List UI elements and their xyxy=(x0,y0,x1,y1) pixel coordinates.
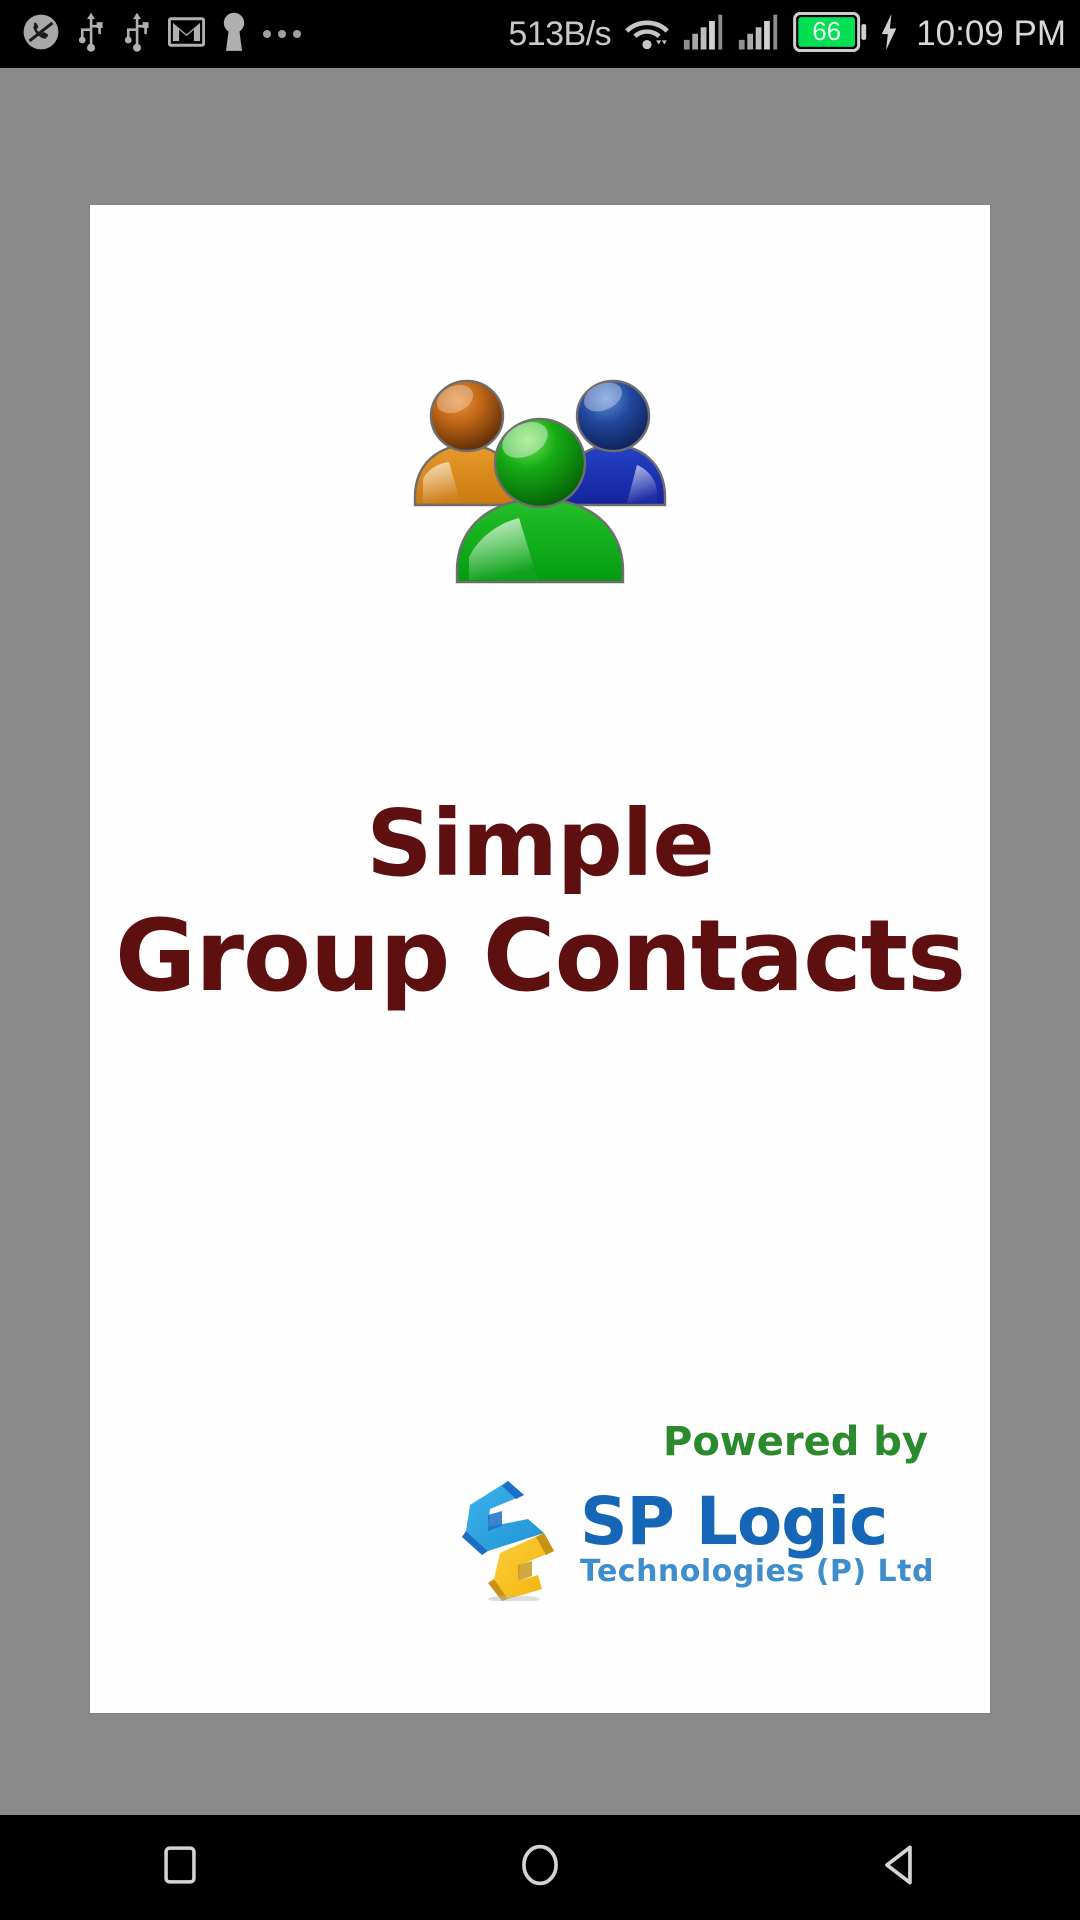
app-title-line-1: Simple xyxy=(366,790,714,897)
gmail-icon xyxy=(167,16,206,52)
splash-card: Simple Group Contacts Powered by SP Logi… xyxy=(90,205,990,1713)
sp-logic-logo: SP Logic Technologies (P) Ltd xyxy=(458,1475,934,1603)
battery-icon: 66 xyxy=(793,11,867,57)
powered-by-block: Powered by SP Logic Technologies (P) Ltd xyxy=(458,1419,934,1603)
signal-bars-icon xyxy=(738,13,780,56)
back-button[interactable] xyxy=(825,1815,975,1920)
square-icon xyxy=(158,1843,202,1892)
usb-icon xyxy=(76,12,106,57)
sp-logic-wordmark: SP Logic Technologies (P) Ltd xyxy=(580,1489,934,1587)
signal-bars-icon xyxy=(683,13,725,56)
navigation-bar[interactable] xyxy=(0,1815,1080,1920)
usb-icon-2 xyxy=(122,12,152,57)
sp-logic-mark-icon xyxy=(458,1475,562,1603)
recents-button[interactable] xyxy=(105,1815,255,1920)
vendor-name: SP Logic xyxy=(579,1483,888,1560)
status-bar-clock: 10:09 PM xyxy=(916,14,1066,53)
status-bar-notification-icons xyxy=(22,12,301,57)
powered-by-label: Powered by xyxy=(663,1419,928,1465)
group-contacts-icon xyxy=(395,353,685,588)
phone-screen: 513B/s 66 10:09 PM Simple Group Contacts… xyxy=(0,0,1080,1920)
circle-icon xyxy=(517,1842,563,1893)
home-button[interactable] xyxy=(465,1815,615,1920)
missed-call-icon xyxy=(22,13,60,56)
network-speed-text: 513B/s xyxy=(508,14,612,53)
charging-bolt-icon xyxy=(880,13,898,56)
wifi-icon xyxy=(624,13,670,56)
page-title: Simple Group Contacts xyxy=(90,790,990,1015)
status-bar-system-icons: 513B/s 66 10:09 PM xyxy=(508,11,1066,57)
battery-level-text: 66 xyxy=(812,16,842,46)
app-title-line-2: Group Contacts xyxy=(114,898,966,1014)
status-bar[interactable]: 513B/s 66 10:09 PM xyxy=(0,0,1080,68)
keyhole-icon xyxy=(221,12,247,57)
more-notifications-icon xyxy=(263,30,301,38)
vendor-tagline: Technologies (P) Ltd xyxy=(579,1554,934,1589)
triangle-left-icon xyxy=(877,1842,923,1893)
